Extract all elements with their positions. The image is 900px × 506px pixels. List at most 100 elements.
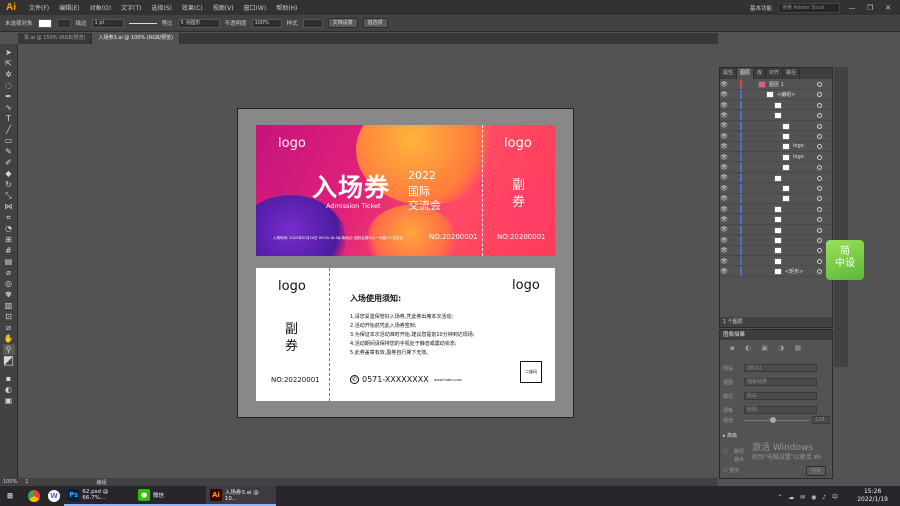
layer-row[interactable]: 👁 <box>720 173 832 184</box>
brush-select[interactable]: 5 点圆形 <box>177 18 220 28</box>
target-circle-icon[interactable] <box>817 196 822 202</box>
style-select[interactable] <box>302 18 323 28</box>
visibility-eye-icon[interactable]: 👁 <box>720 258 728 265</box>
mesh-tool-icon[interactable]: # <box>3 245 15 256</box>
screen-mode-icon[interactable]: ▣ <box>3 395 15 406</box>
perspective-grid-tool-icon[interactable]: ⊞ <box>3 234 15 245</box>
restore-button[interactable]: ❐ <box>864 4 876 12</box>
layer-row[interactable]: 👁 <box>720 100 832 111</box>
visibility-eye-icon[interactable]: 👁 <box>720 154 728 161</box>
palette-select[interactable]: 受限 <box>744 406 817 414</box>
artboard-nav[interactable]: 1 <box>25 479 28 485</box>
layer-row[interactable]: 👁 <box>720 184 832 194</box>
layer-row[interactable]: 👁 <box>720 163 832 173</box>
target-circle-icon[interactable] <box>817 206 822 212</box>
rotate-tool-icon[interactable]: ↻ <box>3 179 15 190</box>
tab-ticket-ai[interactable]: 票.ai @ 150% (RGB/预览) <box>18 33 93 44</box>
visibility-eye-icon[interactable]: 👁 <box>720 195 728 202</box>
zoom-level[interactable]: 100% <box>3 479 17 485</box>
rectangle-tool-icon[interactable]: ▭ <box>3 135 15 146</box>
layer-row[interactable]: 👁 <box>720 256 832 267</box>
layer-row[interactable]: 👁 <box>720 204 832 215</box>
document-setup-button[interactable]: 文档设置 <box>327 18 358 28</box>
target-circle-icon[interactable] <box>817 258 822 264</box>
menu-type[interactable]: 文字(T) <box>116 3 146 12</box>
floating-widget[interactable]: 简 中设 <box>826 240 864 280</box>
menu-window[interactable]: 窗口(W) <box>239 3 272 12</box>
target-circle-icon[interactable] <box>817 144 822 150</box>
target-circle-icon[interactable] <box>817 238 822 243</box>
threshold-slider[interactable] <box>744 420 809 421</box>
layer-row[interactable]: 👁 <box>720 132 832 142</box>
start-button[interactable]: ⊞ <box>0 486 24 506</box>
layer-row[interactable]: 👁 <编组> <box>720 90 832 101</box>
color-mode-icon[interactable]: ▪ <box>3 373 15 384</box>
free-transform-tool-icon[interactable]: ⌗ <box>3 212 15 223</box>
type-tool-icon[interactable]: T <box>3 113 15 124</box>
layer-row[interactable]: 👁 logo <box>720 152 832 163</box>
tab-layers[interactable]: 图层 <box>737 68 755 79</box>
ticket-top[interactable]: logo logo 入场券 2022 国际 交流会 Admission Tick… <box>256 125 555 256</box>
stroke-profile-label[interactable]: 等比 <box>162 19 173 27</box>
visibility-eye-icon[interactable]: 👁 <box>720 268 728 275</box>
layer-row[interactable]: 👁 logo <box>720 142 832 153</box>
layer-row[interactable]: 👁 <box>720 121 832 132</box>
layer-row[interactable]: 👁 <box>720 246 832 257</box>
layer-row[interactable]: 👁 <box>720 225 832 236</box>
visibility-eye-icon[interactable]: 👁 <box>720 112 728 119</box>
visibility-eye-icon[interactable]: 👁 <box>720 185 728 192</box>
layer-row[interactable]: 👁 <box>720 236 832 246</box>
layer-row[interactable]: 👁 <box>720 111 832 121</box>
visibility-eye-icon[interactable]: 👁 <box>720 226 728 233</box>
target-circle-icon[interactable] <box>817 123 822 129</box>
visibility-eye-icon[interactable]: 👁 <box>720 216 728 223</box>
target-circle-icon[interactable] <box>817 269 822 275</box>
system-tray-icons[interactable]: ⌃ ☁ ✉ ◉ ♪ 中 <box>777 492 840 501</box>
menu-select[interactable]: 选择(S) <box>146 3 177 12</box>
preset-select[interactable]: [默认] <box>744 364 817 372</box>
pen-tool-icon[interactable]: ✒ <box>3 91 15 102</box>
fill-stroke-icon[interactable]: ◩ <box>3 354 15 373</box>
layer-row[interactable]: 👁 <box>720 194 832 205</box>
line-tool-icon[interactable]: ╱ <box>3 124 15 135</box>
menu-object[interactable]: 对象(O) <box>85 3 116 12</box>
target-circle-icon[interactable] <box>817 82 822 87</box>
visibility-eye-icon[interactable]: 👁 <box>720 133 728 140</box>
stock-search-input[interactable]: 搜索 Adobe Stock <box>778 2 840 13</box>
mode-select[interactable]: 黑白 <box>744 392 817 400</box>
taskbar-wechat[interactable]: ● 微信 <box>134 486 206 506</box>
view-select[interactable]: 描摹结果 <box>744 378 817 386</box>
direct-selection-tool-icon[interactable]: ⇱ <box>3 58 15 69</box>
stroke-profile-line[interactable] <box>128 22 157 24</box>
tab-properties[interactable]: 属性 <box>720 68 738 79</box>
taskbar-illustrator[interactable]: Ai 入场券3.ai @ 10... <box>206 486 276 506</box>
visibility-eye-icon[interactable]: 👁 <box>720 164 728 171</box>
advanced-toggle[interactable]: ▸ 高级 <box>723 432 737 439</box>
layer-row-top[interactable]: 👁 图层 1 <box>720 80 832 90</box>
visibility-eye-icon[interactable]: 👁 <box>720 174 728 181</box>
slice-tool-icon[interactable]: ⧄ <box>3 322 15 333</box>
minimize-button[interactable]: — <box>846 4 858 12</box>
fill-swatch[interactable] <box>37 18 52 28</box>
layer-row[interactable]: 👁 <box>720 215 832 225</box>
target-circle-icon[interactable] <box>817 175 822 181</box>
target-circle-icon[interactable] <box>817 102 822 108</box>
paintbrush-tool-icon[interactable]: ✎ <box>3 146 15 157</box>
target-circle-icon[interactable] <box>817 227 822 233</box>
shaper-tool-icon[interactable]: ✐ <box>3 157 15 168</box>
visibility-eye-icon[interactable]: 👁 <box>720 102 728 109</box>
target-circle-icon[interactable] <box>817 217 822 223</box>
opacity-field[interactable]: 100% <box>251 18 282 28</box>
eyedropper-tool-icon[interactable]: ⌀ <box>3 267 15 278</box>
tab-libraries[interactable]: 库 <box>754 68 767 79</box>
target-circle-icon[interactable] <box>817 154 822 160</box>
artboard-tool-icon[interactable]: ⊡ <box>3 311 15 322</box>
menu-effect[interactable]: 效果(C) <box>177 3 208 12</box>
blend-tool-icon[interactable]: ◎ <box>3 278 15 289</box>
threshold-slider-handle[interactable] <box>770 417 776 423</box>
visibility-eye-icon[interactable]: 👁 <box>720 247 728 254</box>
target-circle-icon[interactable] <box>817 248 822 254</box>
target-circle-icon[interactable] <box>817 186 822 191</box>
visibility-eye-icon[interactable]: 👁 <box>720 122 728 129</box>
column-graph-tool-icon[interactable]: ▥ <box>3 300 15 311</box>
